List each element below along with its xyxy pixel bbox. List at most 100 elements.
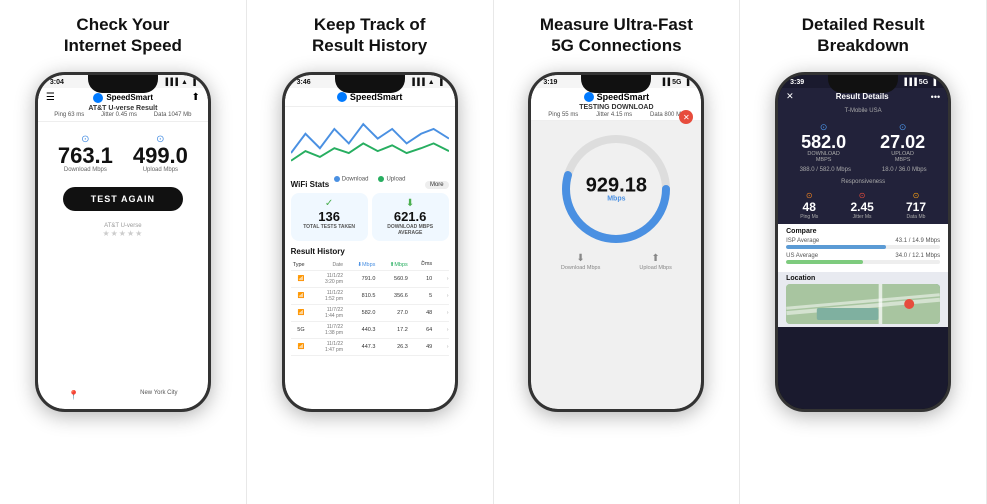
- location-title: Location: [786, 275, 940, 282]
- dl-4: 440.3: [351, 327, 375, 333]
- phone-1: 3:04 ▐▐▐ ▲ ▐ ☰ SpeedSmart ⬆ AT&T U-verse…: [35, 72, 211, 412]
- upload-block: ⊙ 499.0 Upload Mbps: [133, 134, 188, 173]
- history-row-5[interactable]: 📶 11/1/221:47 pm 447.3 26.3 49 ›: [291, 339, 449, 356]
- ms-5: 49: [416, 344, 432, 350]
- status-icons-3: ▐▐ 5G ▐: [660, 79, 689, 86]
- ms-4: 64: [416, 327, 432, 333]
- phone-3: 3:19 ▐▐ 5G ▐ SpeedSmart ✕ TESTING DOWNLO…: [528, 72, 704, 412]
- speedometer-ring: 929.18 Mbps: [556, 129, 676, 249]
- p2-logo: SpeedSmart: [293, 92, 447, 102]
- panel-result-breakdown: Detailed ResultBreakdown 3:39 ▐▐▐ 5G ▐ ✕…: [740, 0, 987, 504]
- history-row-3[interactable]: 📶 11/7/221:44 pm 582.0 27.0 48 ›: [291, 305, 449, 322]
- p1-bottom: AT&T U-verse ★★★★★: [38, 219, 208, 242]
- ul-4: 17.2: [384, 327, 408, 333]
- battery-3: ▐: [684, 79, 689, 86]
- panel-4-title: Detailed ResultBreakdown: [802, 14, 925, 62]
- speed-chart: [291, 111, 449, 171]
- col-ms-header: ⏱ms: [416, 261, 432, 268]
- jitter-icon: ⊙: [850, 191, 873, 200]
- test-again-button[interactable]: TEST AGAIN: [63, 187, 183, 211]
- arr-4: ›: [441, 327, 449, 333]
- share-icon[interactable]: ⬆: [191, 92, 199, 103]
- back-icon[interactable]: ✕: [786, 91, 794, 102]
- nav-city-label: New York City: [140, 390, 177, 401]
- phone-2: 3:46 ▐▐▐ ▲ ▐ SpeedSmart: [282, 72, 458, 412]
- ul-detail-label: 18.0 / 36.0 Mbps: [882, 167, 927, 173]
- p4-upload-block: ⊙ 27.02 UploadMbps: [880, 122, 925, 163]
- speedsmart-label-3: SpeedSmart: [597, 92, 650, 102]
- wifi-cards: ✓ 136 TOTAL TESTS TAKEN ⬇ 621.6 DOWNLOAD…: [291, 193, 449, 241]
- col-dl-header: ⬇Mbps: [351, 262, 375, 268]
- test-again-area: TEST AGAIN: [38, 179, 208, 219]
- wifi-icon: ▲: [181, 79, 188, 86]
- result-title: Result Details: [836, 92, 889, 101]
- ul-1: 560.9: [384, 276, 408, 282]
- ul-2: 356.6: [384, 293, 408, 299]
- p4-dl-label: DownloadMbps: [801, 151, 846, 163]
- col-ul-header: ⬆Mbps: [384, 262, 408, 268]
- arr-5: ›: [441, 344, 449, 350]
- p3-logo: SpeedSmart: [539, 92, 693, 102]
- p4-ul-label: UploadMbps: [880, 151, 925, 163]
- avg-dl-value: 621.6: [376, 209, 445, 224]
- ul-5: 26.3: [384, 344, 408, 350]
- p1-header: ☰ SpeedSmart ⬆ AT&T U-verse Result Ping …: [38, 88, 208, 122]
- ping-block: ⊙ 48 Ping Ms: [800, 191, 818, 220]
- dl-1: 791.0: [351, 276, 375, 282]
- battery-icon: ▐: [191, 79, 196, 86]
- us-avg-text: US Average: [786, 253, 818, 259]
- ms-1: 10: [416, 276, 432, 282]
- ping-value: 48: [800, 200, 818, 214]
- signal-4: ▐▐▐ 5G: [902, 79, 928, 86]
- upload-legend: Upload: [378, 176, 405, 183]
- battery-2: ▐: [438, 79, 443, 86]
- speed-number: 929.18: [586, 176, 647, 196]
- p4-location-section: Location: [778, 272, 948, 327]
- data-label: Data Mb: [906, 214, 926, 220]
- hamburger-icon[interactable]: ☰: [46, 92, 55, 103]
- checkmark-icon: ✓: [295, 198, 364, 209]
- download-avg-icon: ⬇: [376, 198, 445, 209]
- jitter-3: Jitter 4.15 ms: [596, 112, 632, 118]
- p4-upload-value: 27.02: [880, 133, 925, 151]
- data-block: ⊙ 717 Data Mb: [906, 191, 926, 220]
- type-3: 📶: [291, 310, 305, 316]
- history-row-4[interactable]: 5G 11/7/221:38 pm 440.3 17.2 64 ›: [291, 322, 449, 339]
- ping-3: Ping 55 ms: [548, 112, 578, 118]
- type-2: 📶: [291, 293, 305, 299]
- phone-3-notch: [581, 75, 651, 93]
- us-avg-bar-bg: [786, 260, 940, 264]
- arr-2: ›: [441, 293, 449, 299]
- dl-bottom-label: Download Mbps: [561, 265, 600, 271]
- compare-title: Compare: [786, 228, 940, 235]
- wifi-2: ▲: [428, 79, 435, 86]
- dl-2: 810.5: [351, 293, 375, 299]
- p4-download-block: ⊙ 582.0 DownloadMbps: [801, 122, 846, 163]
- isp-avg-value: 43.1 / 14.9 Mbps: [895, 238, 940, 244]
- history-row-1[interactable]: 📶 11/1/223:20 pm 791.0 560.9 10 ›: [291, 271, 449, 288]
- more-icon[interactable]: •••: [931, 92, 940, 102]
- download-block: ⊙ 763.1 Download Mbps: [58, 134, 113, 173]
- arr-1: ›: [441, 276, 449, 282]
- nav-location-icon[interactable]: 📍: [68, 390, 79, 401]
- chart-area: Download Upload: [285, 107, 455, 177]
- time-3: 3:19: [543, 79, 557, 86]
- phone-4-notch: [828, 75, 898, 93]
- history-row-2[interactable]: 📶 11/1/221:52 pm 810.5 356.6 5 ›: [291, 288, 449, 305]
- speedsmart-logo-icon: [93, 93, 103, 103]
- isp-avg-bar-bg: [786, 245, 940, 249]
- speedometer-area: 929.18 Mbps: [531, 121, 701, 253]
- phone-4: 3:39 ▐▐▐ 5G ▐ ✕ Result Details ••• T-Mob…: [775, 72, 951, 412]
- p4-speeds-row: ⊙ 582.0 DownloadMbps ⊙ 27.02 UploadMbps: [778, 116, 948, 167]
- signal-3: ▐▐ 5G: [660, 79, 681, 86]
- rating-stars[interactable]: ★★★★★: [46, 229, 200, 238]
- date-4: 11/7/221:38 pm: [313, 324, 343, 336]
- battery-4: ▐: [931, 79, 936, 86]
- bottom-nav-1: 📍 New York City: [38, 390, 208, 401]
- p1-header-top: ☰ SpeedSmart ⬆: [46, 92, 200, 103]
- ms-2: 5: [416, 293, 432, 299]
- panel-1-title: Check YourInternet Speed: [64, 14, 182, 62]
- isp-avg-label: ISP Average 43.1 / 14.9 Mbps: [786, 238, 940, 244]
- download-value: 763.1: [58, 145, 113, 167]
- date-5: 11/1/221:47 pm: [313, 341, 343, 353]
